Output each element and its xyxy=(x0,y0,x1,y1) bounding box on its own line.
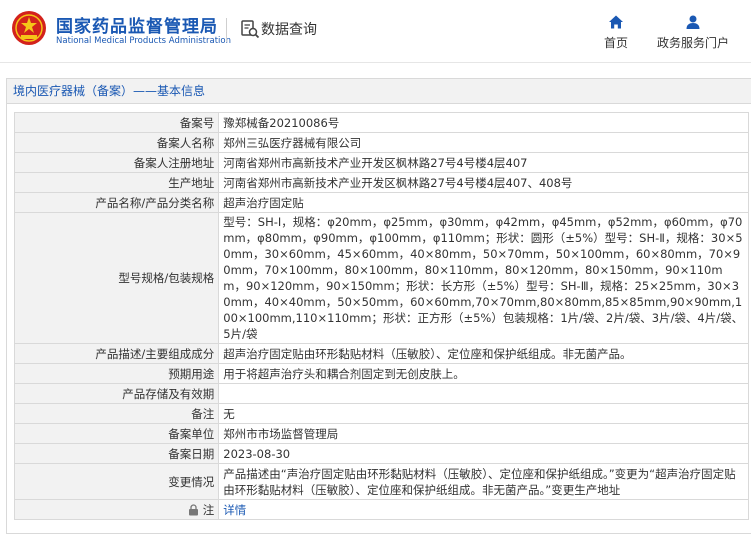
row-label: 生产地址 xyxy=(13,172,220,193)
table-row: 备案单位 郑州市市场监督管理局 xyxy=(13,423,749,444)
table-row: 备案人名称 郑州三弘医疗器械有限公司 xyxy=(13,132,749,153)
row-label: 预期用途 xyxy=(13,363,220,384)
site-name-chinese[interactable]: 国家药品监督管理局 xyxy=(56,12,218,37)
nav-service-portal-label: 政务服务门户 xyxy=(656,36,729,50)
row-label: 备注 xyxy=(13,403,220,424)
table-row: 产品名称/产品分类名称 超声治疗固定贴 xyxy=(13,192,749,213)
panel-title: 境内医疗器械（备案）——基本信息 xyxy=(7,79,751,104)
lock-icon xyxy=(188,504,198,516)
row-value: 型号：SH-Ⅰ，规格：φ20mm，φ25mm，φ30mm，φ42mm，φ45mm… xyxy=(218,212,749,344)
row-label: 备案单位 xyxy=(13,423,220,444)
table-row: 产品存储及有效期 xyxy=(13,383,749,404)
row-label: 变更情况 xyxy=(13,463,220,500)
row-label: 备案日期 xyxy=(13,443,220,464)
header-divider xyxy=(226,18,227,42)
site-name-english[interactable]: National Medical Products Administration xyxy=(56,36,231,46)
row-value: 产品描述由“声治疗固定贴由环形黏贴材料（压敏胶）、定位座和保护纸组成。”变更为“… xyxy=(218,463,749,500)
row-value: 超声治疗固定贴由环形黏贴材料（压敏胶）、定位座和保护纸组成。非无菌产品。 xyxy=(218,343,749,364)
row-value: 郑州市市场监督管理局 xyxy=(218,423,749,444)
document-search-icon xyxy=(241,20,260,39)
row-value: 2023-08-30 xyxy=(218,443,749,464)
row-label: 产品描述/主要组成成分 xyxy=(13,343,220,364)
data-query-title: 数据查询 xyxy=(261,22,317,38)
table-row: 型号规格/包装规格 型号：SH-Ⅰ，规格：φ20mm，φ25mm，φ30mm，φ… xyxy=(13,212,749,344)
nav-home-label: 首页 xyxy=(603,36,628,50)
row-value: 用于将超声治疗头和耦合剂固定到无创皮肤上。 xyxy=(218,363,749,384)
row-value: 超声治疗固定贴 xyxy=(218,192,749,213)
row-value: 河南省郑州市高新技术产业开发区枫林路27号4号楼4层407、408号 xyxy=(218,172,749,193)
row-value: 河南省郑州市高新技术产业开发区枫林路27号4号楼4层407 xyxy=(218,152,749,173)
national-emblem-icon xyxy=(12,11,46,45)
row-value: 无 xyxy=(218,403,749,424)
row-value: 豫郑械备20210086号 xyxy=(218,112,749,133)
top-header: 国家药品监督管理局 National Medical Products Admi… xyxy=(0,0,751,63)
table-row: 注 详情 xyxy=(13,499,749,520)
row-label: 产品名称/产品分类名称 xyxy=(13,192,220,213)
table-row: 备案号 豫郑械备20210086号 xyxy=(13,112,749,133)
detail-row-label: 注 xyxy=(13,499,220,520)
home-icon xyxy=(609,15,623,29)
row-label: 备案人注册地址 xyxy=(13,152,220,173)
detail-row-label-text: 注 xyxy=(202,502,215,517)
details-link[interactable]: 详情 xyxy=(223,503,246,517)
row-label: 产品存储及有效期 xyxy=(13,383,220,404)
nav-home[interactable]: 首页 xyxy=(598,14,634,51)
row-label: 备案人名称 xyxy=(13,132,220,153)
row-value xyxy=(218,383,749,404)
table-row: 产品描述/主要组成成分 超声治疗固定贴由环形黏贴材料（压敏胶）、定位座和保护纸组… xyxy=(13,343,749,364)
table-row: 备案日期 2023-08-30 xyxy=(13,443,749,464)
nav-service-portal[interactable]: 政务服务门户 xyxy=(652,14,734,51)
basic-info-panel: 境内医疗器械（备案）——基本信息 备案号 豫郑械备20210086号 备案人名称… xyxy=(6,78,751,534)
table-row: 备案人注册地址 河南省郑州市高新技术产业开发区枫林路27号4号楼4层407 xyxy=(13,152,749,173)
table-row: 生产地址 河南省郑州市高新技术产业开发区枫林路27号4号楼4层407、408号 xyxy=(13,172,749,193)
detail-row-value: 详情 xyxy=(218,499,749,520)
row-label: 备案号 xyxy=(13,112,220,133)
row-value: 郑州三弘医疗器械有限公司 xyxy=(218,132,749,153)
user-icon xyxy=(686,15,700,29)
basic-info-table: 备案号 豫郑械备20210086号 备案人名称 郑州三弘医疗器械有限公司 备案人… xyxy=(13,112,749,520)
table-row: 变更情况 产品描述由“声治疗固定贴由环形黏贴材料（压敏胶）、定位座和保护纸组成。… xyxy=(13,463,749,500)
header-bottom-border xyxy=(0,62,751,63)
table-row: 备注 无 xyxy=(13,403,749,424)
row-label: 型号规格/包装规格 xyxy=(13,212,220,344)
table-row: 预期用途 用于将超声治疗头和耦合剂固定到无创皮肤上。 xyxy=(13,363,749,384)
